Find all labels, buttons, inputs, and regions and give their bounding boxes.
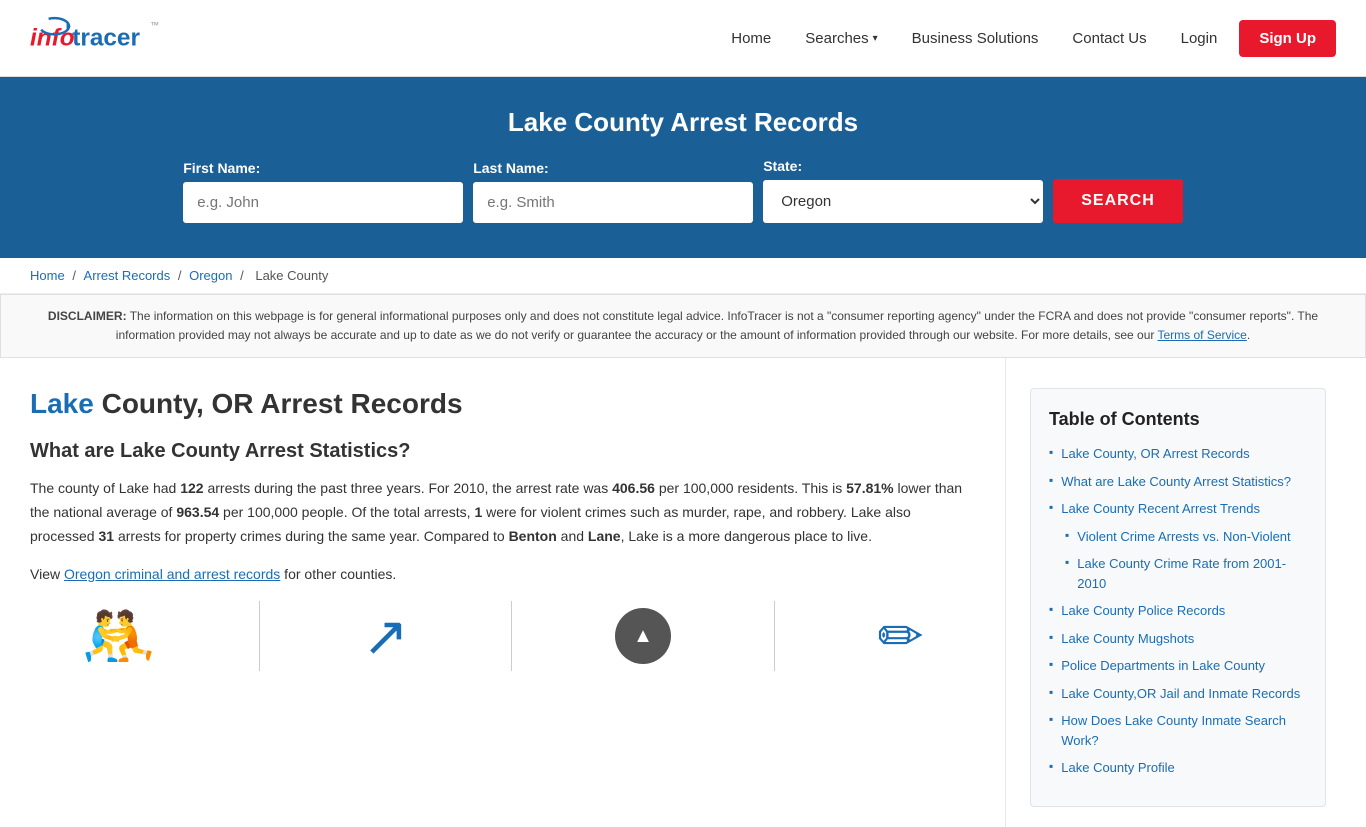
toc-list: Lake County, OR Arrest Records What are L… [1049,444,1307,778]
content-left: Lake County, OR Arrest Records What are … [20,358,1006,827]
breadcrumb-home[interactable]: Home [30,268,65,283]
toc-link[interactable]: Lake County, OR Arrest Records [1061,444,1249,464]
icon-divider-1 [259,601,260,671]
main-nav: Home Searches ▾ Business Solutions Conta… [719,20,1336,57]
nav-searches[interactable]: Searches ▾ [793,22,889,55]
svg-text:tracer: tracer [72,25,140,52]
svg-text:™: ™ [150,20,159,30]
toc-item: Lake County Recent Arrest Trends [1049,499,1307,519]
stats-heading: What are Lake County Arrest Statistics? [30,440,975,463]
first-name-label: First Name: [183,160,260,176]
first-name-group: First Name: [183,160,463,223]
toc-link[interactable]: Violent Crime Arrests vs. Non-Violent [1077,527,1290,547]
arrest-rate: 406.56 [612,480,655,496]
toc-link[interactable]: What are Lake County Arrest Statistics? [1061,472,1291,492]
last-name-input[interactable] [473,182,753,223]
disclaimer-box: DISCLAIMER: The information on this webp… [0,294,1366,358]
property-count: 31 [98,528,114,544]
icon-divider-2 [511,601,512,671]
last-name-group: Last Name: [473,160,753,223]
nav-business-solutions[interactable]: Business Solutions [900,22,1051,55]
search-form: First Name: Last Name: State: AlabamaAla… [20,158,1346,223]
toc-item: Lake County, OR Arrest Records [1049,444,1307,464]
terms-link[interactable]: Terms of Service [1158,328,1247,342]
heading-blue: Lake [30,388,94,419]
toc-item: Lake County,OR Jail and Inmate Records [1049,684,1307,704]
arrests-count: 122 [180,480,203,496]
breadcrumb-lake-county: Lake County [255,268,328,283]
toc-link[interactable]: Lake County Crime Rate from 2001-2010 [1077,554,1307,593]
breadcrumb-oregon[interactable]: Oregon [189,268,232,283]
oregon-records-link[interactable]: Oregon criminal and arrest records [64,566,280,582]
table-of-contents: Table of Contents Lake County, OR Arrest… [1030,388,1326,807]
icon-people-item: 🤼 [81,601,156,672]
icon-divider-3 [774,601,775,671]
nav-contact-us[interactable]: Contact Us [1060,22,1158,55]
icon-scroll-top-item: ▲ [615,608,671,664]
logo[interactable]: info tracer ™ [30,8,160,68]
scroll-top-button[interactable]: ▲ [615,608,671,664]
toc-link[interactable]: Lake County,OR Jail and Inmate Records [1061,684,1300,704]
chevron-down-icon: ▾ [873,33,878,44]
toc-link[interactable]: Lake County Recent Arrest Trends [1061,499,1260,519]
disclaimer-text: The information on this webpage is for g… [116,309,1318,342]
main-content: Lake County, OR Arrest Records What are … [0,358,1366,827]
state-select[interactable]: AlabamaAlaskaArizonaArkansasCaliforniaCo… [763,180,1043,223]
stats-paragraph: The county of Lake had 122 arrests durin… [30,477,975,548]
toc-item: Lake County Profile [1049,758,1307,778]
search-button[interactable]: SEARCH [1053,179,1183,223]
lower-pct: 57.81% [846,480,893,496]
county1: Benton [509,528,557,544]
county2: Lane [588,528,621,544]
toc-link[interactable]: Lake County Mugshots [1061,629,1194,649]
first-name-input[interactable] [183,182,463,223]
breadcrumb: Home / Arrest Records / Oregon / Lake Co… [0,258,1366,294]
heading-rest: County, OR Arrest Records [94,388,463,419]
icon-pencil-item: ✏ [877,604,923,668]
national-avg: 963.54 [176,504,219,520]
toc-item: Lake County Police Records [1049,601,1307,621]
toc-item: Lake County Mugshots [1049,629,1307,649]
nav-login[interactable]: Login [1169,22,1230,55]
pencil-icon: ✏ [877,604,923,668]
toc-title: Table of Contents [1049,409,1307,430]
nav-signup[interactable]: Sign Up [1239,20,1336,57]
toc-item: Violent Crime Arrests vs. Non-Violent [1065,527,1307,547]
view-records-paragraph: View Oregon criminal and arrest records … [30,563,975,587]
arrow-up-icon: ↗ [363,604,409,668]
last-name-label: Last Name: [473,160,548,176]
breadcrumb-arrest-records[interactable]: Arrest Records [84,268,171,283]
nav-home[interactable]: Home [719,22,783,55]
toc-link[interactable]: How Does Lake County Inmate Search Work? [1061,711,1307,750]
toc-link[interactable]: Lake County Police Records [1061,601,1225,621]
icon-arrow-item: ↗ [363,604,409,668]
state-label: State: [763,158,802,174]
toc-item: Police Departments in Lake County [1049,656,1307,676]
state-group: State: AlabamaAlaskaArizonaArkansasCalif… [763,158,1043,223]
toc-item: Lake County Crime Rate from 2001-2010 [1065,554,1307,593]
hero-title: Lake County Arrest Records [20,107,1346,138]
content-right: Table of Contents Lake County, OR Arrest… [1006,358,1346,827]
people-icon: 🤼 [81,601,156,672]
scroll-top-arrow-icon: ▲ [633,625,653,648]
toc-link[interactable]: Lake County Profile [1061,758,1174,778]
main-heading: Lake County, OR Arrest Records [30,388,975,420]
disclaimer-label: DISCLAIMER: [48,309,127,323]
logo-svg: info tracer ™ [30,8,160,68]
icons-row: 🤼 ↗ ▲ ✏ [30,601,975,672]
toc-item: How Does Lake County Inmate Search Work? [1049,711,1307,750]
site-header: info tracer ™ Home Searches ▾ Business S… [0,0,1366,77]
toc-item: What are Lake County Arrest Statistics? [1049,472,1307,492]
hero-section: Lake County Arrest Records First Name: L… [0,77,1366,258]
toc-link[interactable]: Police Departments in Lake County [1061,656,1265,676]
